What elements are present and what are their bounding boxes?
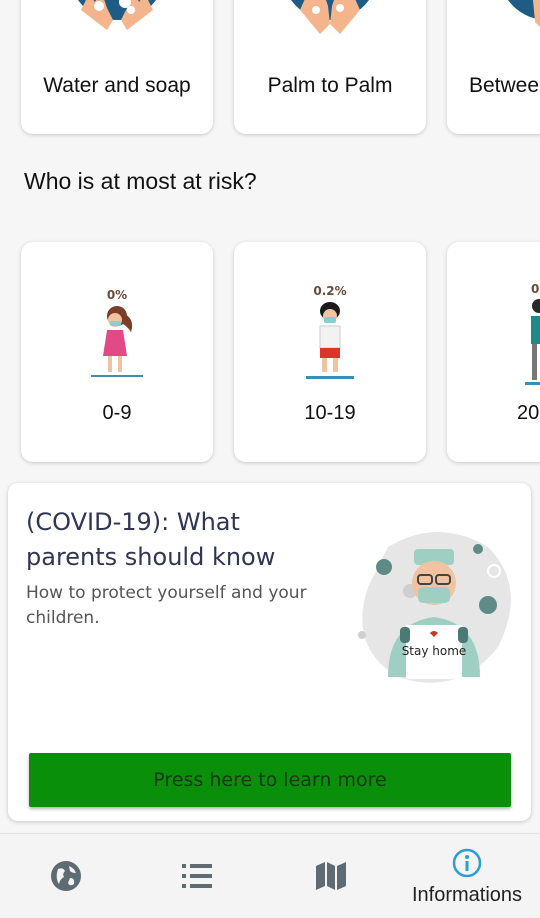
wash-card-water-soap[interactable]: Water and soap [21,0,213,134]
nav-item-informations[interactable]: Informations [400,834,534,918]
risk-age-label: 20 [517,402,540,424]
bottom-navigation: Informations [0,833,540,918]
wash-card-label: Betwee [469,74,540,97]
nav-item-map[interactable] [294,834,366,918]
wash-card-label: Palm to Palm [267,74,393,97]
risk-age-label: 0-9 [102,402,132,424]
sign-text: Stay home [402,644,467,658]
risk-section-title: Who is at most at risk? [24,168,257,194]
nav-item-globe[interactable] [30,834,102,918]
list-icon [182,864,212,888]
palm-to-palm-icon [291,0,369,34]
between-fingers-icon [508,0,540,27]
risk-card-10-19[interactable]: 0.2% 10-19 [234,242,426,462]
risk-percent: 0.2% [313,284,347,298]
learn-more-button[interactable]: Press here to learn more [29,753,511,807]
risk-age-label: 10-19 [304,402,356,424]
wash-card-palm-to-palm[interactable]: Palm to Palm [234,0,426,134]
globe-icon [51,861,81,891]
covid-info-card: (COVID-19): What parents should know How… [8,483,531,821]
info-card-subtitle: How to protect yourself and your childre… [26,583,307,628]
risk-card-20[interactable]: 0. 20 [447,242,540,462]
wash-card-between-fingers[interactable]: Betwee [447,0,540,134]
risk-percent: 0% [106,288,128,302]
info-card-title: (COVID-19): What parents should know [26,508,276,571]
child-boy-figure [306,302,354,379]
map-icon [316,862,346,890]
risk-card-0-9[interactable]: 0% 0-9 [21,242,213,462]
info-icon [452,848,482,878]
risk-percent: 0. [531,282,540,296]
adult-figure [525,299,540,385]
doctor-stay-home-illustration: Stay home [358,532,511,683]
wash-card-label: Water and soap [43,74,191,97]
hands-soap-icon [78,0,156,30]
nav-label-informations: Informations [411,884,523,906]
hand-washing-carousel[interactable]: Water and soap Palm to Palm Betwee [0,0,540,140]
child-girl-figure [91,306,143,377]
nav-item-list[interactable] [160,834,232,918]
